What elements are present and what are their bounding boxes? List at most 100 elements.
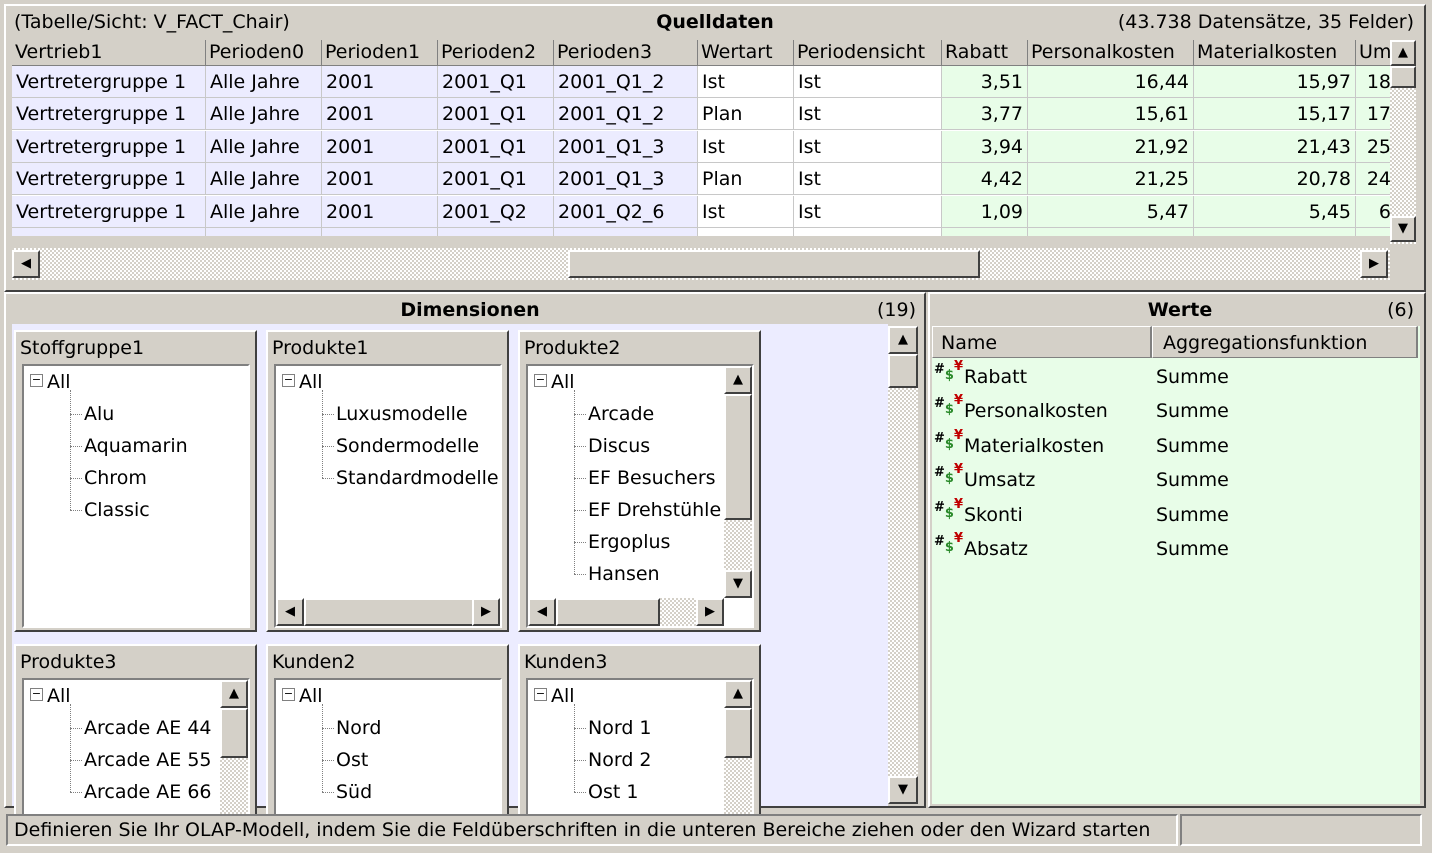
- dimension-tree[interactable]: − All Nord 1 Nord 2 Ost 1 ▲: [526, 678, 754, 818]
- tree-item[interactable]: Classic: [84, 494, 248, 526]
- dimension-box[interactable]: Produkte1 − All Luxusmodelle Sondermodelle St…: [266, 330, 509, 632]
- dimension-tree[interactable]: − All Arcade AE 44 Arcade AE 55 Arcade AE 66…: [22, 678, 250, 818]
- tree-item[interactable]: Sondermodelle: [336, 430, 500, 462]
- values-column-name[interactable]: Name: [932, 326, 1152, 358]
- dimension-tree[interactable]: − All Arcade Discus EF Besuchers EF Drehstühl…: [526, 364, 754, 628]
- value-field-aggregation[interactable]: Summe: [1156, 469, 1229, 491]
- tree-item[interactable]: Ost: [336, 744, 500, 776]
- dimension-tree[interactable]: − All Luxusmodelle Sondermodelle Standardmod…: [274, 364, 502, 628]
- scroll-up-icon[interactable]: ▲: [724, 366, 752, 394]
- column-header[interactable]: Perioden1: [322, 40, 438, 66]
- collapse-icon[interactable]: −: [534, 374, 547, 387]
- tree-item[interactable]: Ergoplus: [588, 526, 724, 558]
- scroll-right-icon[interactable]: ▶: [1360, 250, 1388, 278]
- column-header[interactable]: Um: [1356, 40, 1390, 66]
- tree-item[interactable]: Arcade AE 55: [84, 744, 220, 776]
- tree-item[interactable]: Standardmodelle: [336, 462, 500, 494]
- tree-item[interactable]: Süd: [336, 776, 500, 808]
- dimension-title[interactable]: Stoffgruppe1: [20, 334, 144, 362]
- tree-root-node[interactable]: − All: [534, 680, 575, 712]
- dimension-box[interactable]: Produkte3 − All Arcade AE 44 Arcade AE 55 Arc…: [14, 644, 257, 818]
- tree-item[interactable]: Discus: [588, 430, 724, 462]
- scroll-up-icon[interactable]: ▲: [888, 326, 918, 354]
- value-field-row[interactable]: #$¥Personalkosten Summe: [934, 393, 1414, 428]
- dimension-box[interactable]: Kunden3 − All Nord 1 Nord 2 Ost 1 ▲: [518, 644, 761, 818]
- scroll-up-icon[interactable]: ▲: [220, 680, 248, 708]
- tree-item[interactable]: EF Besuchers: [588, 462, 724, 494]
- value-field-row[interactable]: #$¥Absatz Summe: [934, 531, 1414, 566]
- scroll-right-icon[interactable]: ▶: [472, 598, 500, 626]
- value-field-row[interactable]: #$¥Skonti Summe: [934, 497, 1414, 532]
- dimension-box[interactable]: Kunden2 − All Nord Ost Süd: [266, 644, 509, 818]
- scroll-left-icon[interactable]: ◀: [12, 250, 40, 278]
- column-header[interactable]: Perioden3: [554, 40, 698, 66]
- tree-item[interactable]: Arcade AE 66: [84, 776, 220, 808]
- collapse-icon[interactable]: −: [282, 688, 295, 701]
- value-field-row[interactable]: #$¥Rabatt Summe: [934, 359, 1414, 394]
- dimension-title[interactable]: Produkte1: [272, 334, 368, 362]
- scroll-right-icon[interactable]: ▶: [696, 598, 724, 626]
- value-field-row[interactable]: #$¥Materialkosten Summe: [934, 428, 1414, 463]
- grid-vertical-thumb[interactable]: [1390, 66, 1416, 88]
- tree-root-node[interactable]: − All: [30, 366, 71, 398]
- scroll-down-icon[interactable]: ▼: [1390, 216, 1416, 242]
- dimension-title[interactable]: Kunden3: [524, 648, 607, 676]
- scroll-down-icon[interactable]: ▼: [724, 570, 752, 598]
- tree-item[interactable]: Aquamarin: [84, 430, 248, 462]
- values-list[interactable]: Name Aggregationsfunktion #$¥Rabatt Summe…: [932, 326, 1420, 804]
- scroll-up-icon[interactable]: ▲: [724, 680, 752, 708]
- dimension-tree[interactable]: − All Alu Aquamarin Chrom Classic: [22, 364, 250, 628]
- column-header[interactable]: Perioden2: [438, 40, 554, 66]
- tree-item[interactable]: Hansen: [588, 558, 724, 590]
- column-header[interactable]: Personalkosten: [1028, 40, 1194, 66]
- dimension-title[interactable]: Produkte3: [20, 648, 116, 676]
- dimensions-scroll-thumb[interactable]: [888, 354, 918, 388]
- value-field-aggregation[interactable]: Summe: [1156, 400, 1229, 422]
- tree-hscroll-thumb[interactable]: [556, 598, 660, 626]
- dimension-box[interactable]: Produkte2 − All Arcade Discus EF Besuchers EF …: [518, 330, 761, 632]
- dimensions-scrollbar[interactable]: [888, 326, 918, 804]
- column-header[interactable]: Rabatt: [942, 40, 1028, 66]
- tree-root-node[interactable]: − All: [282, 366, 323, 398]
- dimension-tree[interactable]: − All Nord Ost Süd: [274, 678, 502, 818]
- collapse-icon[interactable]: −: [282, 374, 295, 387]
- collapse-icon[interactable]: −: [30, 688, 43, 701]
- tree-item[interactable]: Nord 1: [588, 712, 724, 744]
- value-field-row[interactable]: #$¥Umsatz Summe: [934, 462, 1414, 497]
- tree-scroll-thumb[interactable]: [724, 394, 752, 520]
- tree-item[interactable]: Nord 2: [588, 744, 724, 776]
- tree-root-node[interactable]: − All: [30, 680, 71, 712]
- values-column-aggregation[interactable]: Aggregationsfunktion: [1152, 326, 1418, 358]
- scroll-left-icon[interactable]: ◀: [276, 598, 304, 626]
- tree-root-node[interactable]: − All: [534, 366, 575, 398]
- dimension-title[interactable]: Kunden2: [272, 648, 355, 676]
- value-field-aggregation[interactable]: Summe: [1156, 435, 1229, 457]
- column-header[interactable]: Perioden0: [206, 40, 322, 66]
- scroll-left-icon[interactable]: ◀: [528, 598, 556, 626]
- value-field-aggregation[interactable]: Summe: [1156, 538, 1229, 560]
- tree-root-node[interactable]: − All: [282, 680, 323, 712]
- column-header[interactable]: Vertrieb1: [12, 40, 206, 66]
- tree-hscroll-thumb[interactable]: [304, 598, 480, 626]
- tree-item[interactable]: Chrom: [84, 462, 248, 494]
- tree-item[interactable]: Arcade: [588, 398, 724, 430]
- tree-scroll-thumb[interactable]: [724, 708, 752, 758]
- dimension-title[interactable]: Produkte2: [524, 334, 620, 362]
- value-field-aggregation[interactable]: Summe: [1156, 366, 1229, 388]
- tree-scroll-thumb[interactable]: [220, 708, 248, 758]
- tree-item[interactable]: Nord: [336, 712, 500, 744]
- dimension-box[interactable]: Stoffgruppe1 − All Alu Aquamarin Chrom Classic: [14, 330, 257, 632]
- tree-item[interactable]: Luxusmodelle: [336, 398, 500, 430]
- tree-item[interactable]: Alu: [84, 398, 248, 430]
- tree-item[interactable]: EF Drehstühle: [588, 494, 724, 526]
- column-header[interactable]: Materialkosten: [1194, 40, 1356, 66]
- collapse-icon[interactable]: −: [30, 374, 43, 387]
- scroll-up-icon[interactable]: ▲: [1390, 40, 1416, 66]
- value-field-aggregation[interactable]: Summe: [1156, 504, 1229, 526]
- column-header[interactable]: Wertart: [698, 40, 794, 66]
- grid-horizontal-thumb[interactable]: [568, 250, 980, 278]
- column-header[interactable]: Periodensicht: [794, 40, 942, 66]
- collapse-icon[interactable]: −: [534, 688, 547, 701]
- scroll-down-icon[interactable]: ▼: [888, 776, 918, 804]
- tree-item[interactable]: Ost 1: [588, 776, 724, 808]
